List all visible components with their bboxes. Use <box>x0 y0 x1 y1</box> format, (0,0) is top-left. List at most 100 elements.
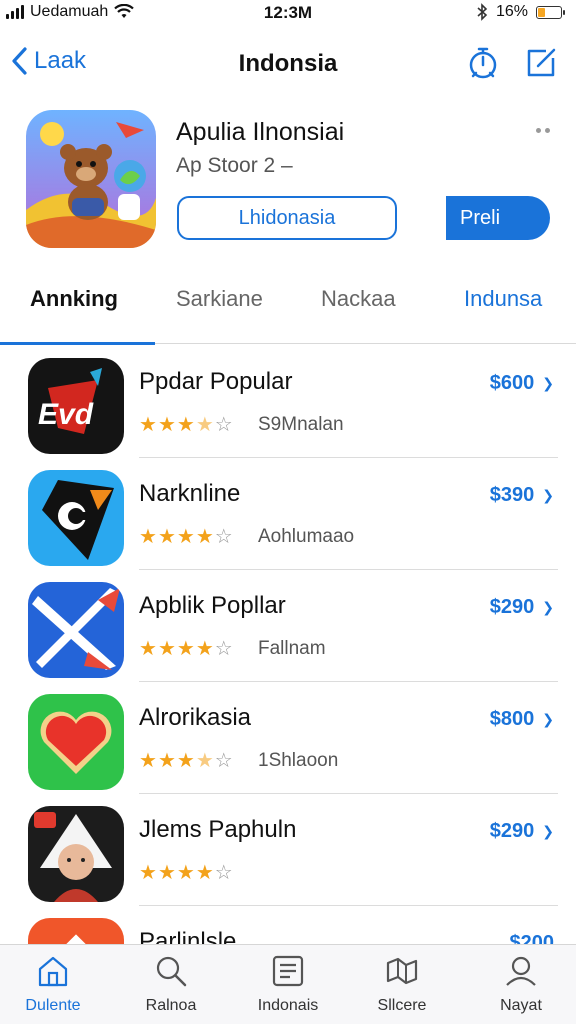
star-full-icon: ★ <box>157 750 176 772</box>
list-item[interactable]: Narknline ★ ★ ★ ★ ☆ Aohlumaao $390 ❯ <box>0 458 576 570</box>
chevron-right-icon: ❯ <box>542 823 554 839</box>
rating-stars: ★ ★ ★ ★ ☆ <box>139 860 233 885</box>
status-bar: Uedamuah 12:3M 16% <box>0 0 576 26</box>
star-full-icon: ★ <box>195 862 214 884</box>
back-chevron-icon <box>12 47 27 75</box>
star-empty-icon: ☆ <box>214 638 233 660</box>
segment-tabs: Annking Sarkiane Nackaa Indunsa <box>0 270 576 345</box>
compose-icon <box>527 48 556 77</box>
tab-ranking[interactable]: Annking <box>30 286 118 312</box>
tabbar-label: Sllcere <box>377 997 427 1014</box>
rating-stars: ★ ★ ★ ★ ☆ <box>139 524 233 549</box>
list-item[interactable]: Jlems Paphuln ★ ★ ★ ★ ☆ $290 ❯ <box>0 794 576 906</box>
rating-stars: ★ ★ ★ ★ ☆ <box>139 636 233 661</box>
star-full-icon: ★ <box>139 862 157 884</box>
star-full-icon: ★ <box>176 750 195 772</box>
star-full-icon: ★ <box>139 414 157 436</box>
featured-app-header: Apulia Ilnonsiai Ap Stoor 2 – Lhidonasia… <box>0 108 576 250</box>
timer-icon <box>469 47 497 79</box>
star-full-icon: ★ <box>139 750 157 772</box>
star-full-icon: ★ <box>139 638 157 660</box>
tabbar-label: Dulente <box>25 997 81 1014</box>
star-empty-icon: ☆ <box>214 862 233 884</box>
tab-second[interactable]: Sarkiane <box>176 286 263 312</box>
app-subtitle: S9Mnalan <box>258 414 344 435</box>
app-name: Parlinlsle <box>139 928 237 944</box>
price-button[interactable]: $200 <box>510 932 555 944</box>
star-full-icon: ★ <box>157 862 176 884</box>
search-icon <box>156 956 187 987</box>
orange-app-icon <box>28 918 124 944</box>
tabbar-item-profile[interactable]: Nayat <box>466 953 576 1015</box>
timer-button[interactable] <box>466 46 500 80</box>
secondary-action-button[interactable]: Lhidonasia <box>177 196 397 240</box>
price-label: $390 <box>489 484 535 506</box>
status-right: 16% <box>476 3 565 21</box>
tab-third[interactable]: Nackaa <box>321 286 396 312</box>
map-icon <box>386 957 418 985</box>
navigation-bar: Laak Indonsia <box>0 38 576 90</box>
app-name: Jlems Paphuln <box>139 816 297 843</box>
list-item[interactable]: Apblik Popllar ★ ★ ★ ★ ☆ Fallnam $290 ❯ <box>0 570 576 682</box>
star-full-icon: ★ <box>195 526 214 548</box>
tabbar-item-search[interactable]: Ralnoa <box>116 953 226 1015</box>
price-button[interactable]: $800 ❯ <box>490 708 554 731</box>
star-empty-icon: ☆ <box>214 750 233 772</box>
battery-level <box>538 7 545 17</box>
star-full-icon: ★ <box>176 526 195 548</box>
more-options-button[interactable] <box>536 128 550 133</box>
back-button[interactable]: Laak <box>10 46 86 76</box>
star-full-icon: ★ <box>176 414 195 436</box>
svg-text:Evd: Evd <box>38 398 94 431</box>
heart-icon <box>28 694 124 790</box>
chevron-right-icon: ❯ <box>542 711 554 727</box>
star-full-icon: ★ <box>157 414 176 436</box>
app-subtitle: 1Shlaoon <box>258 750 339 771</box>
featured-app-title: Apulia Ilnonsiai <box>176 118 345 146</box>
cross-arrow-icon <box>28 582 124 678</box>
tabbar-label: Nayat <box>500 997 542 1014</box>
price-label: $600 <box>489 372 535 394</box>
active-tab-indicator <box>0 342 155 345</box>
star-full-icon: ★ <box>157 526 176 548</box>
app-name: Ppdar Popular <box>139 368 293 395</box>
get-button[interactable]: Preli <box>446 196 550 240</box>
list-item[interactable]: Parlinlsle $200 <box>0 906 576 944</box>
bluetooth-icon <box>477 3 488 21</box>
app-name: Alrorikasia <box>139 704 252 731</box>
star-full-icon: ★ <box>139 526 157 548</box>
price-button[interactable]: $290 ❯ <box>490 596 554 619</box>
nav-actions <box>466 46 558 80</box>
price-button[interactable]: $290 ❯ <box>490 820 554 843</box>
star-empty-icon: ☆ <box>214 414 233 436</box>
list-icon <box>272 955 304 987</box>
tabbar-item-home[interactable]: Dulente <box>0 953 108 1015</box>
portrait-icon <box>28 806 124 902</box>
price-button[interactable]: $390 ❯ <box>490 484 554 507</box>
evd-red-icon: Evd <box>28 358 124 454</box>
tab-fourth[interactable]: Indunsa <box>464 286 542 312</box>
chevron-right-icon: ❯ <box>542 487 554 503</box>
app-name: Narknline <box>139 480 241 507</box>
star-full-icon: ★ <box>176 862 195 884</box>
star-empty-icon: ☆ <box>214 526 233 548</box>
chevron-right-icon: ❯ <box>542 599 554 615</box>
tabbar-item-map[interactable]: Sllcere <box>347 953 457 1015</box>
tabbar-label: Ralnoa <box>145 997 197 1014</box>
list-item[interactable]: Evd Ppdar Popular ★ ★ ★ ★ ☆ S9Mnalan $600 ❯ <box>0 346 576 458</box>
home-icon <box>38 956 68 987</box>
tabbar-label: Indonais <box>257 997 319 1014</box>
star-half-icon: ★ <box>195 414 214 436</box>
compose-button[interactable] <box>524 46 558 80</box>
app-name: Apblik Popllar <box>139 592 286 619</box>
featured-app-subtitle: Ap Stoor 2 – <box>176 154 293 177</box>
list-item[interactable]: Alrorikasia ★ ★ ★ ★ ☆ 1Shlaoon $800 ❯ <box>0 682 576 794</box>
battery-icon <box>536 5 565 19</box>
price-label: $800 <box>489 708 535 730</box>
app-subtitle: Fallnam <box>258 638 326 659</box>
featured-app-icon[interactable] <box>26 110 156 248</box>
price-button[interactable]: $600 ❯ <box>490 372 554 395</box>
bottom-tab-bar: Dulente Ralnoa Indonais Sllcere Nayat <box>0 944 576 1024</box>
tabbar-item-list[interactable]: Indonais <box>233 953 343 1015</box>
price-label: $200 <box>509 932 555 944</box>
